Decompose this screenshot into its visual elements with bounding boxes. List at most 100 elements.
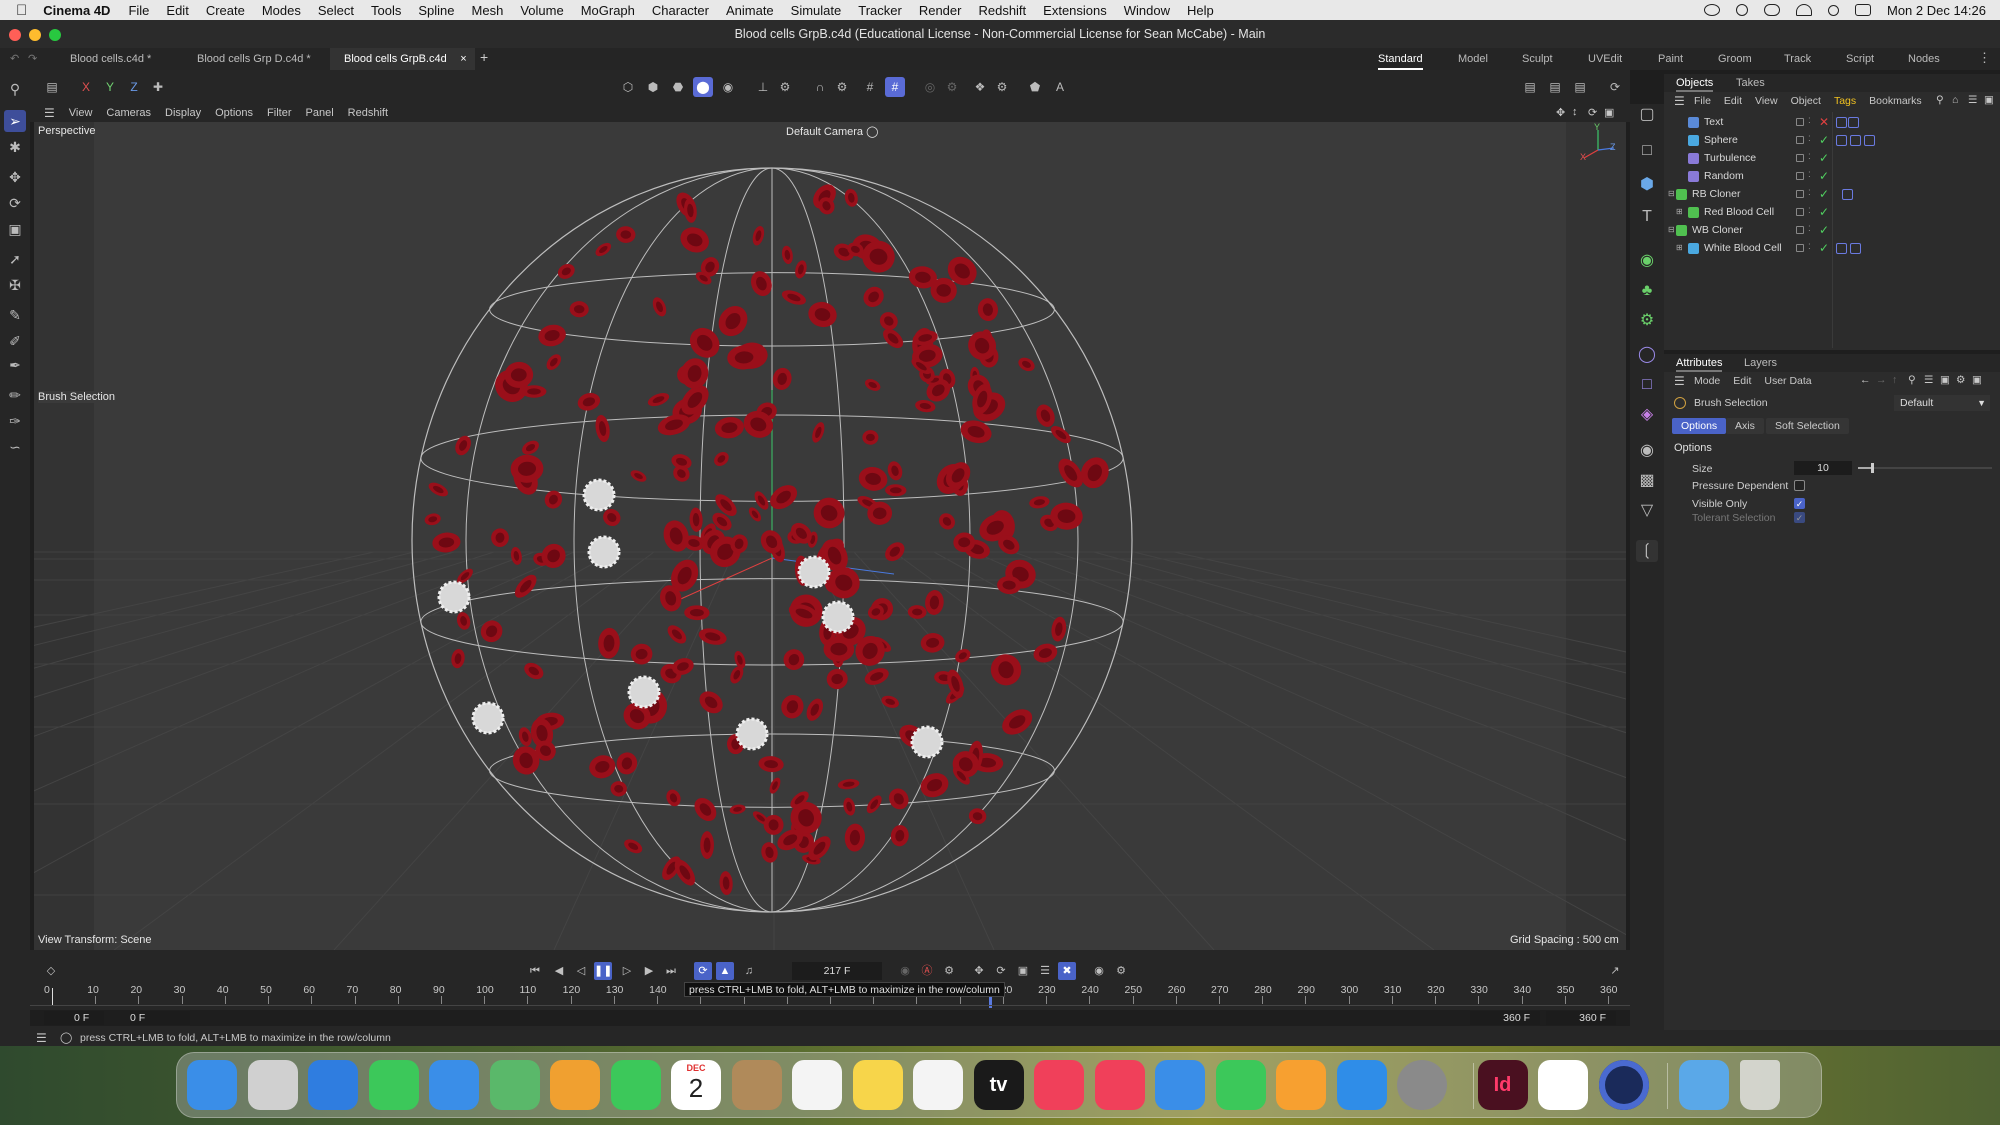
minimize-window-button[interactable] bbox=[29, 29, 41, 41]
cube-primitive-icon[interactable]: ▢ bbox=[1636, 104, 1658, 126]
menu-mograph[interactable]: MoGraph bbox=[581, 3, 635, 18]
render-view-icon[interactable]: ▤ bbox=[1520, 77, 1540, 97]
new-tab-icon[interactable]: + bbox=[480, 49, 488, 65]
layout-script[interactable]: Script bbox=[1846, 48, 1874, 70]
layer-icon[interactable] bbox=[1796, 244, 1804, 252]
new-attributes-panel-icon[interactable]: ▣ bbox=[1972, 374, 1982, 386]
viewport-menu-cameras[interactable]: Cameras bbox=[106, 107, 151, 119]
move-tool-icon[interactable]: ✥ bbox=[4, 166, 26, 188]
menu-create[interactable]: Create bbox=[206, 3, 245, 18]
transform-tool-icon[interactable]: ➚ bbox=[4, 248, 26, 270]
expand-icon[interactable]: ⊞ bbox=[1676, 207, 1683, 216]
tab-layers[interactable]: Layers bbox=[1744, 354, 1777, 372]
facetime-icon[interactable] bbox=[610, 1060, 661, 1110]
search-objects-icon[interactable]: ⚲ bbox=[1936, 94, 1944, 106]
scene-icon[interactable]: ◉ bbox=[1636, 440, 1658, 462]
expand-icon[interactable]: ⊟ bbox=[1668, 225, 1675, 234]
camera-label[interactable]: Default Camera ◯ bbox=[786, 125, 878, 138]
downloads-icon[interactable] bbox=[1679, 1060, 1729, 1110]
attributes-menu-icon[interactable]: ☰ bbox=[1674, 374, 1685, 388]
paint-brush-icon[interactable]: ✐ bbox=[4, 330, 26, 352]
filter-icon[interactable]: ☰ bbox=[1968, 94, 1977, 106]
pen-tool-icon[interactable]: ✑ bbox=[4, 410, 26, 432]
viewport-menu-view[interactable]: View bbox=[69, 107, 93, 119]
visibility-dots-icon[interactable]: : bbox=[1808, 151, 1811, 162]
snap-settings-icon[interactable]: ⚙ bbox=[832, 77, 852, 97]
calendar-icon[interactable]: DEC 2 bbox=[671, 1060, 721, 1110]
menu-animate[interactable]: Animate bbox=[726, 3, 774, 18]
visible-only-checkbox[interactable]: ✓ bbox=[1794, 498, 1805, 509]
spline-primitive-icon[interactable]: □ bbox=[1636, 140, 1658, 162]
layout-sculpt[interactable]: Sculpt bbox=[1522, 48, 1553, 70]
multi-transform-icon[interactable]: ✠ bbox=[4, 274, 26, 296]
play-pause-button[interactable]: ❚❚ bbox=[594, 962, 612, 980]
snap-icon[interactable]: ∩ bbox=[810, 77, 830, 97]
loop-icon[interactable]: ⟳ bbox=[694, 962, 712, 980]
zoom-window-button[interactable] bbox=[49, 29, 61, 41]
menu-simulate[interactable]: Simulate bbox=[791, 3, 842, 18]
generator-icon[interactable]: ◉ bbox=[1636, 250, 1658, 272]
pressure-dependent-checkbox[interactable] bbox=[1794, 480, 1805, 491]
go-to-end-icon[interactable]: ⏭ bbox=[662, 962, 680, 980]
texture-mode-icon[interactable]: ⬢ bbox=[643, 77, 663, 97]
next-frame-icon[interactable]: ▷ bbox=[618, 962, 636, 980]
objects-menu-bookmarks[interactable]: Bookmarks bbox=[1869, 95, 1922, 107]
uv-mode-icon[interactable]: ◉ bbox=[718, 77, 738, 97]
menu-help[interactable]: Help bbox=[1187, 3, 1214, 18]
model-mode-icon[interactable]: ⬡ bbox=[618, 77, 638, 97]
menu-file[interactable]: File bbox=[128, 3, 149, 18]
viewport-menu-display[interactable]: Display bbox=[165, 107, 201, 119]
layout-model[interactable]: Model bbox=[1458, 48, 1488, 70]
knife-tool-icon[interactable]: ✏ bbox=[4, 384, 26, 406]
motion-system-icon[interactable]: ◉ bbox=[1090, 962, 1108, 980]
menu-render[interactable]: Render bbox=[919, 3, 962, 18]
size-input[interactable]: 10 bbox=[1794, 461, 1852, 475]
menu-modes[interactable]: Modes bbox=[262, 3, 301, 18]
menu-extensions[interactable]: Extensions bbox=[1043, 3, 1107, 18]
safari-icon[interactable] bbox=[308, 1060, 358, 1110]
layer-icon[interactable] bbox=[1796, 190, 1804, 198]
z-axis-toggle[interactable]: Z bbox=[124, 77, 144, 97]
home-icon[interactable]: ⌂ bbox=[1952, 94, 1958, 106]
music-icon[interactable] bbox=[1034, 1060, 1084, 1110]
layout-track[interactable]: Track bbox=[1784, 48, 1811, 70]
undo-icon[interactable]: ↶ bbox=[10, 52, 19, 65]
viewport-menu-icon[interactable]: ☰ bbox=[44, 106, 55, 120]
object-name[interactable]: Sphere bbox=[1704, 134, 1738, 146]
size-slider-track[interactable] bbox=[1858, 463, 1992, 473]
notes-icon[interactable] bbox=[852, 1060, 903, 1110]
launchpad-icon[interactable] bbox=[247, 1060, 298, 1110]
visibility-dots-icon[interactable]: : bbox=[1808, 187, 1811, 198]
pages-icon[interactable] bbox=[1276, 1060, 1326, 1110]
menu-select[interactable]: Select bbox=[318, 3, 354, 18]
creative-cloud-icon[interactable] bbox=[1703, 4, 1720, 16]
layout-groom[interactable]: Groom bbox=[1718, 48, 1752, 70]
lock-attributes-icon[interactable]: ▣ bbox=[1940, 374, 1950, 386]
menu-redshift[interactable]: Redshift bbox=[978, 3, 1026, 18]
menu-volume[interactable]: Volume bbox=[520, 3, 563, 18]
enabled-check-icon[interactable]: ✓ bbox=[1819, 187, 1829, 201]
menu-window[interactable]: Window bbox=[1124, 3, 1170, 18]
close-window-button[interactable] bbox=[9, 29, 21, 41]
disabled-icon[interactable]: ✕ bbox=[1819, 115, 1829, 129]
object-name[interactable]: Red Blood Cell bbox=[1704, 206, 1774, 218]
next-key-icon[interactable]: ▶ bbox=[640, 962, 658, 980]
effector-icon[interactable]: ⚙ bbox=[1636, 310, 1658, 332]
viewport-menu-redshift[interactable]: Redshift bbox=[348, 107, 388, 119]
go-to-start-icon[interactable]: ⏮ bbox=[526, 962, 544, 980]
objects-menu-edit[interactable]: Edit bbox=[1724, 95, 1742, 107]
tolerant-selection-checkbox[interactable]: ✓ bbox=[1794, 512, 1805, 523]
cube-icon[interactable]: ⬢ bbox=[1636, 174, 1658, 196]
enabled-check-icon[interactable]: ✓ bbox=[1819, 169, 1829, 183]
key-settings-icon[interactable]: ⚙ bbox=[940, 962, 958, 980]
preview-start-field[interactable]: 0 F bbox=[44, 1011, 104, 1025]
attr-menu-user-data[interactable]: User Data bbox=[1764, 375, 1811, 387]
layer-icon[interactable] bbox=[1796, 136, 1804, 144]
contacts-icon[interactable] bbox=[731, 1060, 782, 1110]
cloud-icon[interactable] bbox=[1763, 4, 1780, 16]
y-axis-toggle[interactable]: Y bbox=[100, 77, 120, 97]
settings-icon[interactable] bbox=[1397, 1060, 1447, 1110]
timeline-expand-icon[interactable]: ↗ bbox=[1606, 962, 1624, 980]
polygons-mode-icon[interactable]: ⬤ bbox=[693, 77, 713, 97]
symmetry-settings-icon[interactable]: ⚙ bbox=[992, 77, 1012, 97]
